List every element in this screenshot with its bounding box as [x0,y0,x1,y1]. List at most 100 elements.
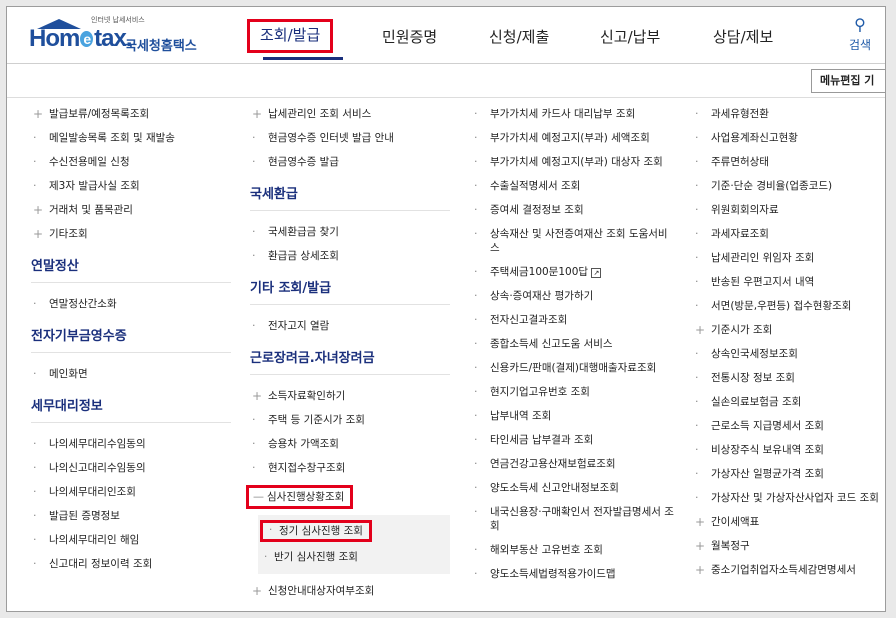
menu-item[interactable]: · 현금영수증 발급 [250,155,450,169]
menu-item[interactable]: · 상속재산 및 사전증여재산 조회 도움서비스 [472,227,677,255]
menu-item[interactable]: · 상속인국세정보조회 [693,347,881,361]
search-button[interactable]: ⚲ 검색 [845,17,875,53]
menu-item[interactable]: · 현지기업고유번호 조회 [472,385,677,399]
nav-tab-consult[interactable]: 상담/제보 [713,23,773,51]
menu-item-label: 비상장주식 보유내역 조회 [711,444,824,456]
menu-item[interactable]: + 소득자료확인하기 [250,389,450,403]
nav-tab-apply[interactable]: 신청/제출 [489,23,549,51]
section-title[interactable]: 기타 조회/발급 [250,273,450,305]
menu-item[interactable]: · 납세관리인 위임자 조회 [693,251,881,265]
bullet-icon: · [264,551,268,563]
plus-icon: + [252,107,263,121]
bullet-icon: · [474,203,478,216]
menu-item[interactable]: · 전자고지 열람 [250,319,450,333]
nav-tab-lookup[interactable]: 조회/발급 [247,19,334,53]
menu-item[interactable]: · 주택세금100문100답 ↗ [472,265,677,279]
menu-item[interactable]: · 내국신용장·구매확인서 전자발급명세서 조회 [472,505,677,533]
menu-item[interactable]: · 승용차 가액조회 [250,437,450,451]
menu-item[interactable]: · 발급된 증명정보 [31,509,231,523]
search-label: 검색 [848,38,872,52]
menu-edit-button[interactable]: 메뉴편집 기 [811,69,885,93]
menu-item[interactable]: · 부가가치세 카드사 대리납부 조회 [472,107,677,121]
submenu-item[interactable]: · 반기 심사진행 조회 [258,550,450,564]
nav-tab-certificates[interactable]: 민원증명 [382,23,437,51]
hometax-logo[interactable]: 인터넷 납세서비스 Hom e tax. 국세청홈택스 [29,15,209,59]
menu-item[interactable]: · 나의세무대리인 해임 [31,533,231,547]
menu-item[interactable]: · 비상장주식 보유내역 조회 [693,443,881,457]
section-title[interactable]: 연말정산 [31,251,231,283]
menu-item[interactable]: + 기타조회 [31,227,231,241]
menu-item[interactable]: · 근로소득 지급명세서 조회 [693,419,881,433]
menu-item[interactable]: · 주택 등 기준시가 조회 [250,413,450,427]
menu-item[interactable]: · 수신전용메일 신청 [31,155,231,169]
menu-item[interactable]: · 기준·단순 경비율(업종코드) [693,179,881,193]
menu-item[interactable]: · 현지접수창구조회 [250,461,450,475]
search-icon: ⚲ [854,15,866,34]
menu-item[interactable]: + 거래처 및 품목관리 [31,203,231,217]
menu-item[interactable]: + 발급보류/예정목록조회 [31,107,231,121]
menu-item[interactable]: · 서면(방문,우편등) 접수현황조회 [693,299,881,313]
menu-item[interactable]: · 위원회회의자료 [693,203,881,217]
menu-item[interactable]: · 제3자 발급사실 조회 [31,179,231,193]
nav-tab-report-pay[interactable]: 신고/납부 [600,23,660,51]
menu-item[interactable]: · 환급금 상세조회 [250,249,450,263]
menu-item-label: 제3자 발급사실 조회 [49,180,140,192]
bullet-icon: · [695,155,699,168]
menu-item[interactable]: · 사업용계좌신고현황 [693,131,881,145]
menu-item[interactable]: · 나의신고대리수임동의 [31,461,231,475]
menu-item[interactable]: · 해외부동산 고유번호 조회 [472,543,677,557]
bullet-icon: · [474,567,478,580]
menu-item[interactable]: · 주류면허상태 [693,155,881,169]
menu-item[interactable]: · 전자신고결과조회 [472,313,677,327]
menu-item-label: 가상자산 일평균가격 조회 [711,468,824,480]
menu-item[interactable]: · 과세자료조회 [693,227,881,241]
menu-item[interactable]: · 종합소득세 신고도움 서비스 [472,337,677,351]
submenu-item[interactable]: · 정기 심사진행 조회 [260,520,372,542]
menu-item-label: 상속재산 및 사전증여재산 조회 도움서비스 [490,228,668,254]
menu-item[interactable]: · 부가가치세 예정고지(부과) 세액조회 [472,131,677,145]
section-title[interactable]: 전자기부금영수증 [31,321,231,353]
section-title[interactable]: 근로장려금.자녀장려금 [250,343,450,375]
menu-item-label: 실손의료보험금 조회 [711,396,802,408]
menu-item[interactable]: · 납부내역 조회 [472,409,677,423]
menu-item[interactable]: · 전통시장 정보 조회 [693,371,881,385]
bullet-icon: · [269,524,273,536]
menu-item-label: 주류면허상태 [711,156,769,168]
menu-item[interactable]: · 양도소득세법령적용가이드맵 [472,567,677,581]
bullet-icon: · [695,371,699,384]
menu-item[interactable]: · 가상자산 일평균가격 조회 [693,467,881,481]
menu-item-expanded[interactable]: — 심사진행상황조회 [246,485,354,509]
section-title[interactable]: 세무대리정보 [31,391,231,423]
menu-item[interactable]: · 가상자산 및 가상자산사업자 코드 조회 [693,491,881,505]
menu-item[interactable]: · 타인세금 납부결과 조회 [472,433,677,447]
menu-item[interactable]: + 신청안내대상자여부조회 [250,584,450,598]
menu-item[interactable]: · 과세유형전환 [693,107,881,121]
menu-item-label: 증여세 결정정보 조회 [490,204,584,216]
menu-item[interactable]: · 신용카드/판매(결제)대행매출자료조회 [472,361,677,375]
menu-item[interactable]: · 부가가치세 예정고지(부과) 대상자 조회 [472,155,677,169]
menu-item[interactable]: · 국세환급금 찾기 [250,225,450,239]
menu-item[interactable]: · 연금건강고용산재보험료조회 [472,457,677,471]
bullet-icon: · [33,437,37,450]
menu-item[interactable]: + 월복정구 [693,539,881,553]
menu-item[interactable]: + 기준시가 조회 [693,323,881,337]
menu-item[interactable]: + 중소기업취업자소득세감면명세서 [693,563,881,577]
menu-item[interactable]: · 실손의료보험금 조회 [693,395,881,409]
menu-column-3: · 부가가치세 카드사 대리납부 조회 · 부가가치세 예정고지(부과) 세액조회 … [472,107,677,591]
menu-item[interactable]: · 현금영수증 인터넷 발급 안내 [250,131,450,145]
menu-item[interactable]: + 납세관리인 조회 서비스 [250,107,450,121]
menu-item[interactable]: · 양도소득세 신고안내정보조회 [472,481,677,495]
menu-item[interactable]: · 메일발송목록 조회 및 재발송 [31,131,231,145]
section-title[interactable]: 국세환급 [250,179,450,211]
menu-item[interactable]: + 간이세액표 [693,515,881,529]
menu-item-label: 주택세금100문100답 [490,266,589,278]
menu-item[interactable]: · 증여세 결정정보 조회 [472,203,677,217]
menu-item[interactable]: · 연말정산간소화 [31,297,231,311]
menu-item[interactable]: · 수출실적명세서 조회 [472,179,677,193]
menu-item[interactable]: · 반송된 우편고지서 내역 [693,275,881,289]
menu-item[interactable]: · 신고대리 정보이력 조회 [31,557,231,571]
menu-item[interactable]: · 나의세무대리수임동의 [31,437,231,451]
menu-item[interactable]: · 나의세무대리인조회 [31,485,231,499]
menu-item[interactable]: · 메인화면 [31,367,231,381]
menu-item[interactable]: · 상속·증여재산 평가하기 [472,289,677,303]
